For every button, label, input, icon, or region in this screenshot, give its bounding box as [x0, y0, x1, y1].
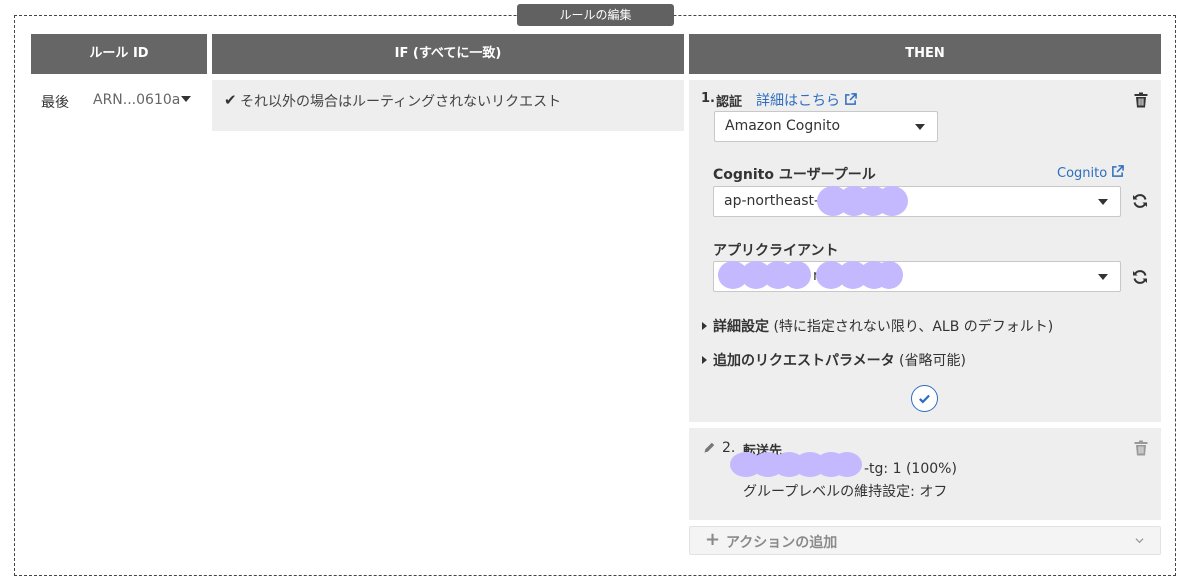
rule-position: 最後 — [41, 95, 69, 111]
caret-down-icon — [915, 124, 925, 130]
redaction-mark — [783, 261, 811, 289]
caret-down-icon[interactable] — [181, 96, 191, 102]
caret-down-icon — [1098, 274, 1108, 280]
header-rule-id: ルール ID — [31, 34, 207, 74]
user-pool-label: Cognito ユーザープール — [713, 167, 876, 183]
frame-title: ルールの編集 — [517, 4, 674, 26]
auth-provider-select[interactable]: Amazon Cognito — [714, 111, 938, 142]
external-link-icon — [845, 93, 858, 105]
cognito-link[interactable]: Cognito — [1057, 165, 1125, 181]
advanced-settings-toggle[interactable]: 詳細設定 (特に指定されない限り、ALB のデフォルト) — [702, 316, 1053, 336]
auth-action-number: 1. — [701, 91, 715, 106]
add-action-button[interactable]: + アクションの追加 — [689, 526, 1161, 555]
external-link-icon — [1112, 165, 1125, 177]
check-icon: ✔ — [224, 91, 237, 109]
confirm-action-button[interactable] — [911, 385, 938, 412]
trash-icon[interactable] — [1134, 92, 1148, 108]
target-group-weight: -tg: 1 (100%) — [864, 461, 957, 477]
add-action-label: アクションの追加 — [726, 535, 838, 551]
stickiness-setting: グループレベルの維持設定: オフ — [743, 484, 948, 500]
refresh-icon[interactable] — [1132, 193, 1148, 209]
redaction-mark — [832, 452, 862, 477]
caret-right-icon — [702, 356, 707, 364]
app-client-label: アプリクライアント — [713, 243, 839, 259]
if-condition-text: それ以外の場合はルーティングされないリクエスト — [240, 94, 562, 110]
auth-action-title: 認証 — [716, 95, 743, 110]
rule-id-cell: 最後 ARN...0610a — [31, 80, 207, 120]
header-then: THEN — [689, 34, 1161, 74]
header-if: IF (すべてに一致) — [212, 34, 684, 74]
chevron-down-icon — [1135, 538, 1144, 544]
extra-params-toggle[interactable]: 追加のリクエストパラメータ (省略可能) — [702, 350, 966, 370]
pencil-icon[interactable] — [703, 441, 716, 454]
check-icon — [919, 394, 930, 404]
auth-provider-value: Amazon Cognito — [725, 118, 841, 134]
redaction-mark — [875, 261, 903, 289]
user-pool-select[interactable]: ap-northeast-1_ — [713, 186, 1121, 217]
plus-icon: + — [705, 529, 721, 550]
caret-right-icon — [702, 322, 707, 330]
trash-icon[interactable] — [1134, 440, 1148, 456]
rule-arn: ARN...0610a — [93, 92, 181, 108]
if-condition-cell: ✔ それ以外の場合はルーティングされないリクエスト — [212, 80, 684, 131]
redaction-mark — [876, 186, 908, 216]
refresh-icon[interactable] — [1132, 269, 1148, 285]
details-link[interactable]: 詳細はこちら — [756, 90, 858, 110]
caret-down-icon — [1098, 199, 1108, 205]
forward-action-number: 2. — [722, 440, 736, 456]
